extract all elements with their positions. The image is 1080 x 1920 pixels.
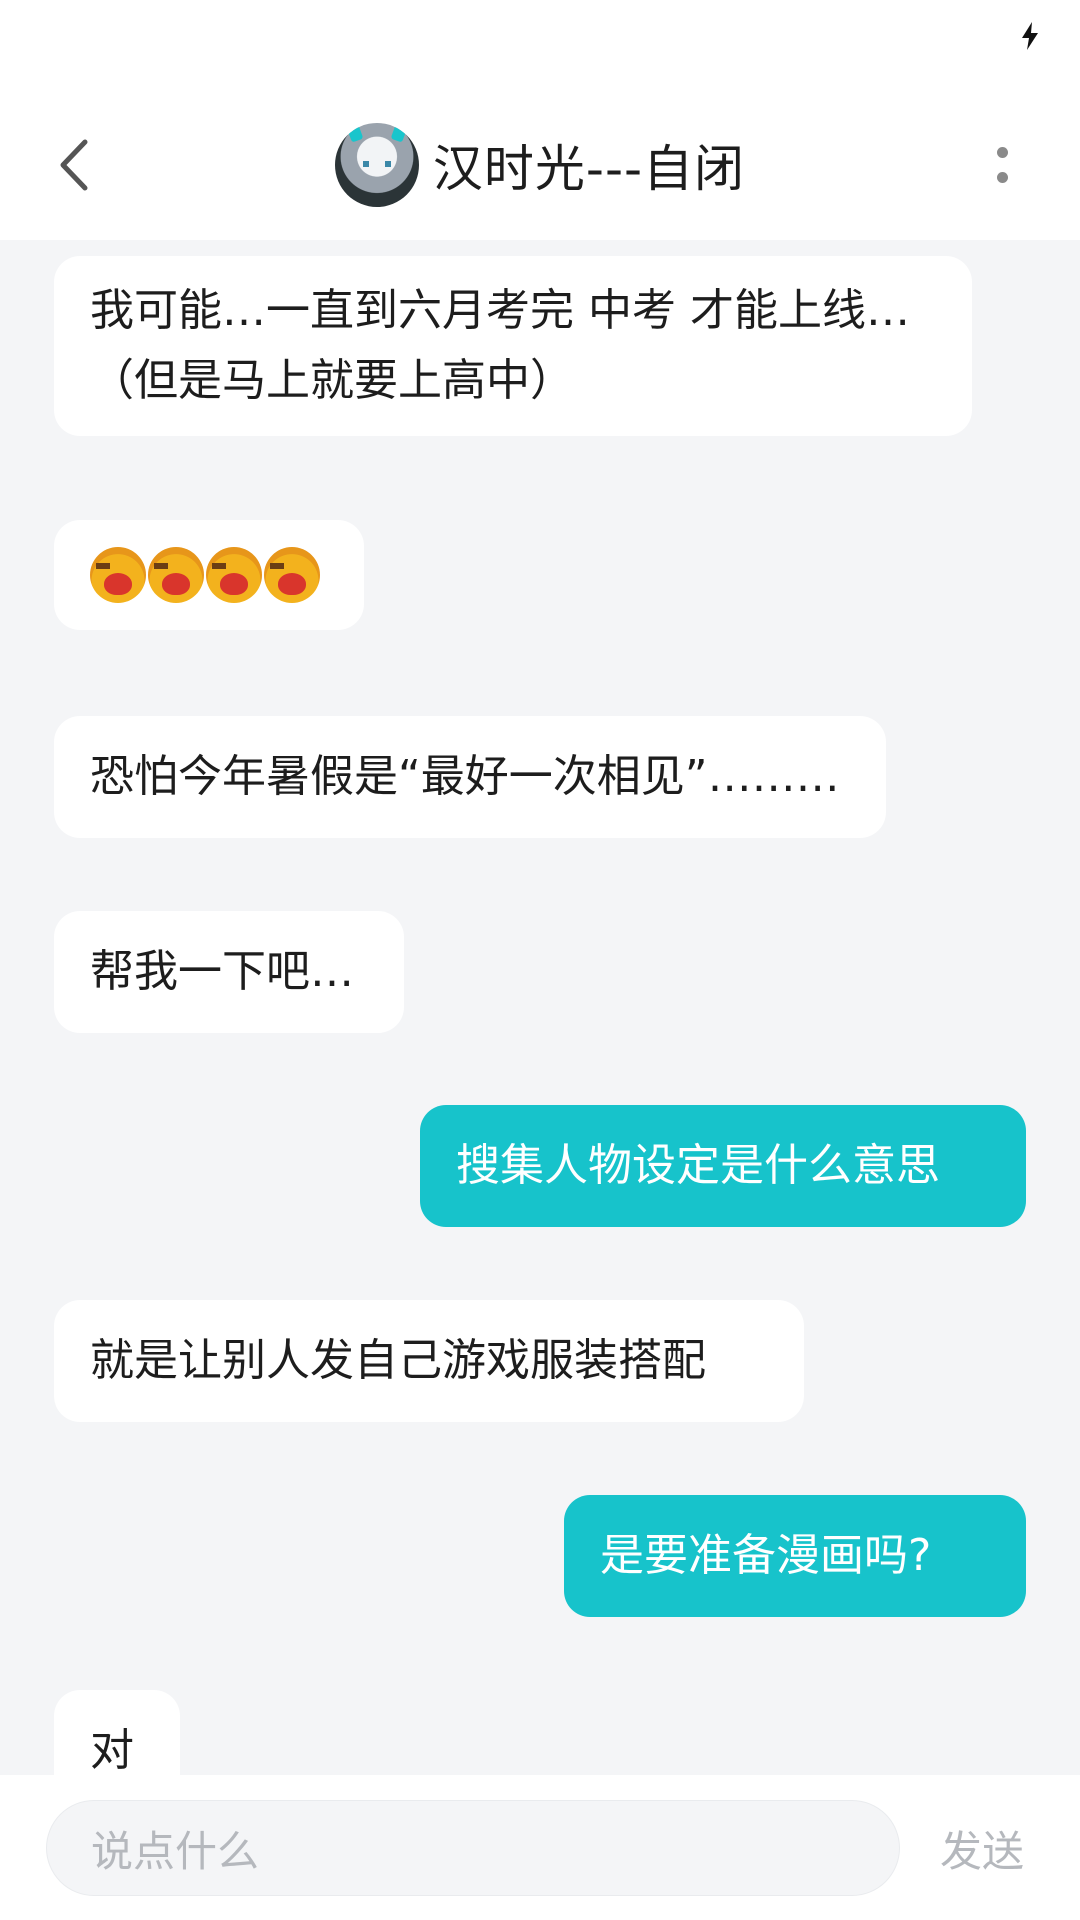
chat-title: 汉时光---自闭	[432, 140, 746, 198]
loudly-crying-emoji-icon	[148, 547, 204, 603]
emoji-row	[90, 547, 328, 603]
charging-icon	[1022, 22, 1038, 50]
message-text: 是要准备漫画吗?	[600, 1530, 932, 1581]
message-bubble-outgoing[interactable]: 搜集人物设定是什么意思	[420, 1105, 1026, 1227]
loudly-crying-emoji-icon	[90, 547, 146, 603]
title-wrap: 汉时光---自闭	[0, 90, 1080, 240]
chat-header: 汉时光---自闭	[0, 90, 1080, 240]
message-text: 帮我一下吧…	[90, 946, 354, 997]
loudly-crying-emoji-icon	[264, 547, 320, 603]
message-bubble-incoming[interactable]: 帮我一下吧…	[54, 911, 404, 1033]
more-options-button[interactable]	[964, 127, 1040, 203]
message-list[interactable]: 我可能…一直到六月考完 中考 才能上线…（但是马上就要上高中） 恐怕今年暑假是“…	[0, 240, 1080, 1775]
message-bubble-incoming[interactable]	[54, 520, 364, 630]
message-bubble-incoming[interactable]: 就是让别人发自己游戏服装搭配	[54, 1300, 804, 1422]
message-bubble-outgoing[interactable]: 是要准备漫画吗?	[564, 1495, 1026, 1617]
message-text: 我可能…一直到六月考完 中考 才能上线…（但是马上就要上高中）	[90, 285, 910, 406]
message-text: 就是让别人发自己游戏服装搭配	[90, 1335, 706, 1386]
status-bar	[0, 0, 1080, 90]
message-text: 搜集人物设定是什么意思	[456, 1140, 940, 1191]
message-bubble-incoming[interactable]: 恐怕今年暑假是“最好一次相见”………	[54, 716, 886, 838]
more-dot-icon	[996, 172, 1008, 183]
loudly-crying-emoji-icon	[206, 547, 262, 603]
avatar[interactable]	[334, 123, 419, 207]
send-button[interactable]: 发送	[940, 1800, 1060, 1896]
input-placeholder: 说点什么	[91, 1826, 260, 1876]
message-bubble-incoming[interactable]: 我可能…一直到六月考完 中考 才能上线…（但是马上就要上高中）	[54, 256, 972, 436]
message-input[interactable]: 说点什么	[46, 1800, 900, 1896]
message-text: 恐怕今年暑假是“最好一次相见”………	[90, 751, 840, 802]
more-dot-icon	[996, 147, 1008, 158]
message-bubble-incoming[interactable]: 对	[54, 1690, 180, 1775]
input-bar: 说点什么 发送	[0, 1775, 1080, 1920]
message-text: 对	[90, 1725, 134, 1775]
